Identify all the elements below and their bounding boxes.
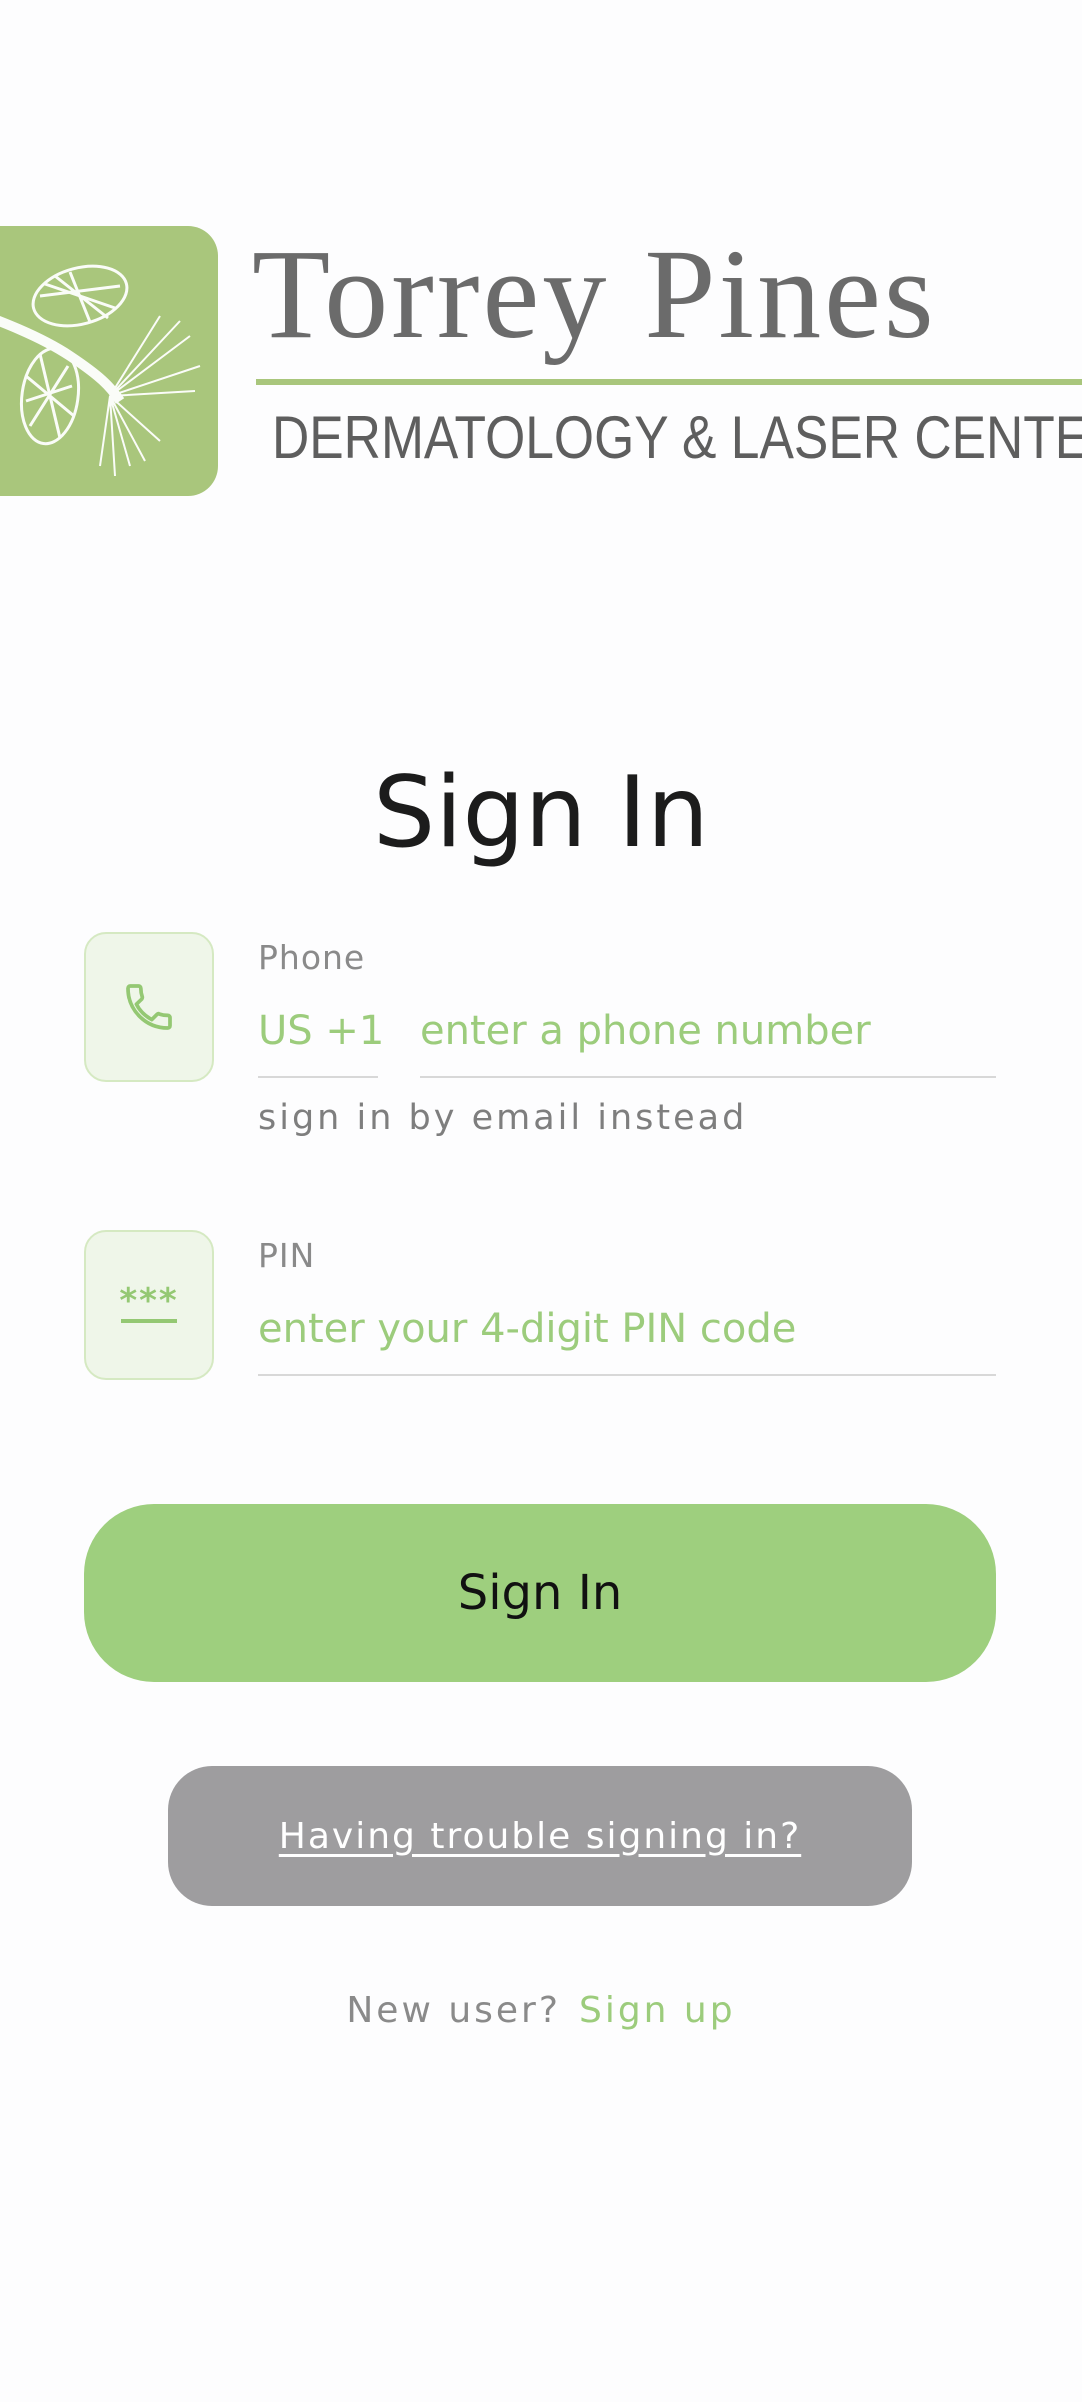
trouble-signing-in-button[interactable]: Having trouble signing in? — [168, 1766, 912, 1906]
phone-label: Phone — [258, 938, 366, 977]
brand-name: Torrey Pines — [252, 230, 937, 358]
logo-divider — [256, 379, 1082, 385]
phone-icon-box — [84, 932, 214, 1082]
phone-input-underline — [420, 1076, 996, 1078]
logo-pinecone-icon — [0, 226, 218, 496]
new-user-prompt: New user? — [346, 1990, 561, 2031]
brand-name-text: Torrey Pines — [252, 223, 937, 365]
pin-input[interactable]: enter your 4-digit PIN code — [258, 1306, 796, 1352]
country-code-select[interactable]: US +1 — [258, 1008, 384, 1054]
sign-up-link[interactable]: Sign up — [579, 1990, 736, 2031]
pin-input-underline — [258, 1374, 996, 1376]
phone-input[interactable]: enter a phone number — [420, 1008, 871, 1054]
brand-tagline: DERMATOLOGY & LASER CENTER — [272, 404, 1082, 471]
sign-in-screen: Torrey Pines DERMATOLOGY & LASER CENTER … — [0, 0, 1082, 2402]
sign-in-by-email-link[interactable]: sign in by email instead — [258, 1098, 747, 1138]
password-icon-glyph: *** — [119, 1281, 179, 1321]
password-icon: *** — [119, 1281, 179, 1323]
phone-icon — [126, 984, 172, 1030]
country-code-underline — [258, 1076, 378, 1078]
pin-label: PIN — [258, 1236, 316, 1275]
page-title: Sign In — [373, 756, 709, 870]
sign-in-button[interactable]: Sign In — [84, 1504, 996, 1682]
pin-icon-box: *** — [84, 1230, 214, 1380]
signup-row: New user? Sign up — [0, 1990, 1082, 2031]
